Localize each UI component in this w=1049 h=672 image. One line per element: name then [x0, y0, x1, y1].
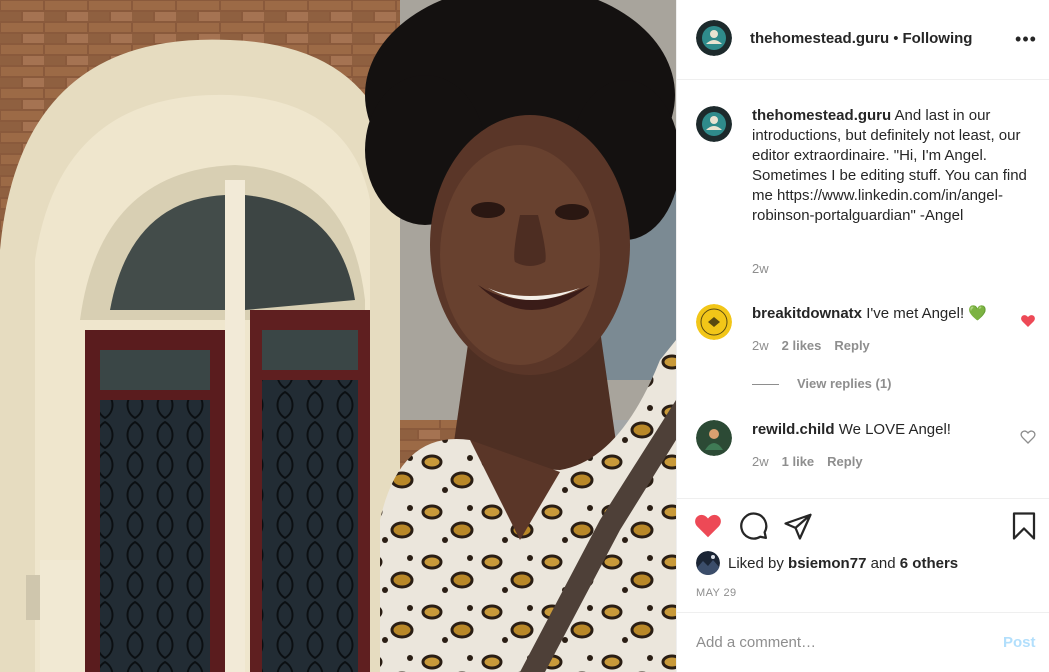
comment-text: We LOVE Angel!	[838, 421, 951, 438]
view-replies-label: View replies (1)	[797, 376, 892, 391]
comment-text: I've met Angel! 💚	[866, 305, 987, 322]
commenter-avatar[interactable]	[696, 420, 732, 456]
replies-divider-line	[752, 384, 779, 386]
comment-likes[interactable]: 1 like	[782, 454, 815, 469]
comment-meta: 2w 1 like Reply	[752, 454, 876, 469]
instagram-post: thehomestead.guru • Following ••• thehomes…	[0, 0, 1049, 672]
caption-text-block: thehomestead.guru And last in our introd…	[752, 106, 1030, 226]
following-button[interactable]: Following	[902, 30, 972, 47]
post-image	[0, 0, 676, 672]
liked-by-connector: and	[870, 555, 896, 572]
comment-username[interactable]: rewild.child	[752, 421, 835, 438]
post-header: thehomestead.guru • Following •••	[677, 0, 1049, 80]
caption-avatar[interactable]	[696, 106, 732, 142]
caption-username[interactable]: thehomestead.guru	[752, 107, 891, 124]
post-details-panel: thehomestead.guru • Following ••• thehomes…	[676, 0, 1049, 672]
caption-time[interactable]: 2w	[752, 261, 769, 276]
post-comment-button[interactable]: Post	[1003, 634, 1036, 651]
comment-likes[interactable]: 2 likes	[782, 338, 822, 353]
post-photo[interactable]	[0, 0, 676, 672]
post-date[interactable]: MAY 29	[696, 587, 737, 599]
header-user-line: thehomestead.guru • Following	[750, 30, 972, 47]
reply-button[interactable]: Reply	[834, 338, 869, 353]
more-options-icon[interactable]: •••	[1015, 27, 1037, 51]
caption-text: And last in our introductions, but defin…	[752, 107, 1027, 224]
comment-like-heart-outline-icon[interactable]	[1020, 429, 1036, 445]
view-replies-button[interactable]: View replies (1)	[752, 376, 891, 391]
liker-avatar[interactable]	[696, 551, 720, 575]
author-avatar[interactable]	[696, 20, 732, 56]
caption-meta: 2w	[752, 261, 782, 276]
comment-time[interactable]: 2w	[752, 454, 769, 469]
comment-icon[interactable]	[739, 511, 769, 541]
add-comment-input[interactable]	[696, 631, 986, 653]
liked-by-line: Liked by bsiemon77 and 6 others	[728, 555, 958, 572]
comment-meta: 2w 2 likes Reply	[752, 338, 883, 353]
comment-like-heart-filled-icon[interactable]	[1020, 313, 1036, 329]
commenter-avatar[interactable]	[696, 304, 732, 340]
comment-time[interactable]: 2w	[752, 338, 769, 353]
comments-list[interactable]: thehomestead.guru And last in our introd…	[677, 80, 1049, 498]
comment-username[interactable]: breakitdownatx	[752, 305, 862, 322]
liked-by-prefix: Liked by	[728, 555, 784, 572]
reply-button[interactable]: Reply	[827, 454, 862, 469]
author-username[interactable]: thehomestead.guru	[750, 30, 889, 47]
liker-username[interactable]: bsiemon77	[788, 555, 866, 572]
share-icon[interactable]	[783, 511, 813, 541]
others-link[interactable]: 6 others	[900, 555, 958, 572]
post-actions: Liked by bsiemon77 and 6 others MAY 29	[677, 498, 1049, 612]
comment-text-block: rewild.child We LOVE Angel!	[752, 420, 1030, 440]
bookmark-icon[interactable]	[1009, 511, 1039, 541]
comment-text-block: breakitdownatx I've met Angel! 💚	[752, 304, 1030, 324]
like-heart-filled-icon[interactable]	[693, 511, 723, 541]
add-comment-bar: Post	[677, 612, 1049, 672]
separator-dot: •	[893, 30, 899, 47]
